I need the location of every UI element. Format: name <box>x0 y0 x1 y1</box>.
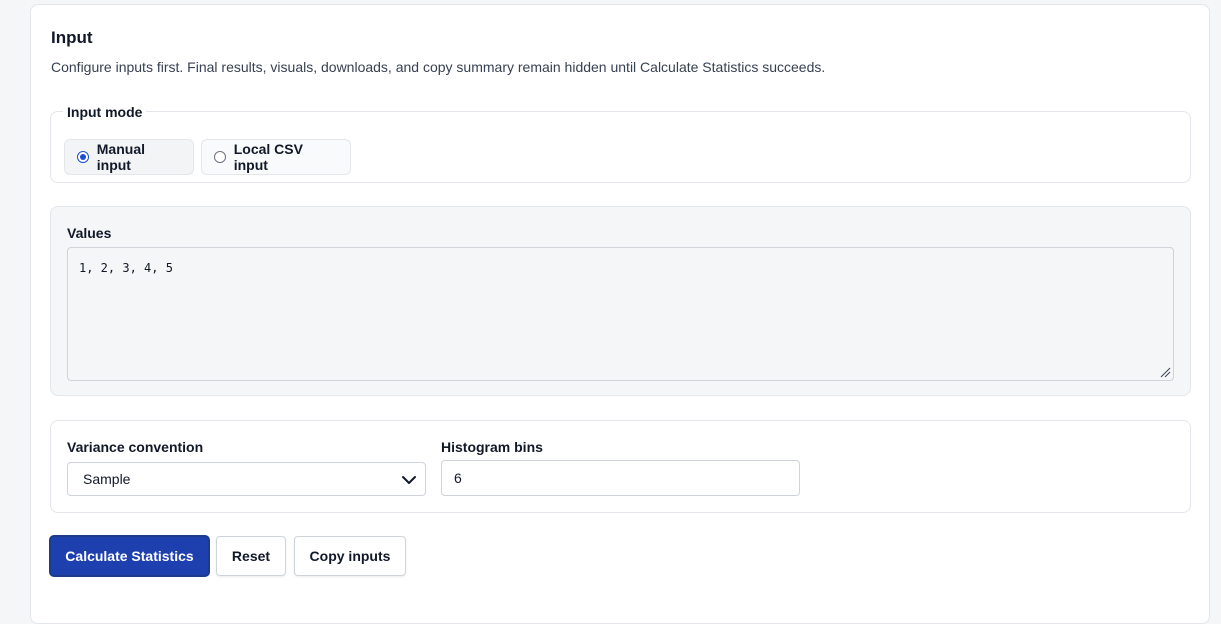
calculate-statistics-button[interactable]: Calculate Statistics <box>50 536 209 576</box>
input-mode-fieldset: Input mode Manual input Local CSV input <box>50 104 1191 183</box>
manual-input-radio[interactable]: Manual input <box>64 139 194 175</box>
copy-inputs-button[interactable]: Copy inputs <box>294 536 406 576</box>
manual-input-label: Manual input <box>96 141 145 173</box>
local-csv-radio[interactable]: Local CSV input <box>201 139 351 175</box>
section-title: Input <box>51 28 93 47</box>
radio-unchecked-icon <box>214 151 226 163</box>
values-text: 1, 2, 3, 4, 5 <box>79 261 173 275</box>
values-textarea[interactable]: 1, 2, 3, 4, 5 <box>67 247 1174 381</box>
bins-value: 6 <box>454 470 462 486</box>
chevron-down-icon <box>402 476 416 484</box>
options-panel: Variance convention Sample Histogram bin… <box>50 420 1191 513</box>
input-mode-legend: Input mode <box>63 104 147 120</box>
bins-label: Histogram bins <box>441 439 543 455</box>
input-card: Input Configure inputs first. Final resu… <box>30 4 1210 624</box>
local-csv-label: Local CSV input <box>233 141 303 173</box>
values-label: Values <box>67 225 112 241</box>
variance-label: Variance convention <box>67 439 204 455</box>
variance-value: Sample <box>83 471 131 487</box>
resize-handle-icon[interactable] <box>1159 366 1171 378</box>
radio-checked-icon <box>77 151 89 163</box>
values-panel: Values 1, 2, 3, 4, 5 <box>50 206 1191 396</box>
variance-select[interactable]: Sample <box>67 462 426 496</box>
section-description: Configure inputs first. Final results, v… <box>51 59 826 75</box>
bins-input[interactable]: 6 <box>441 460 800 496</box>
reset-button[interactable]: Reset <box>216 536 286 576</box>
